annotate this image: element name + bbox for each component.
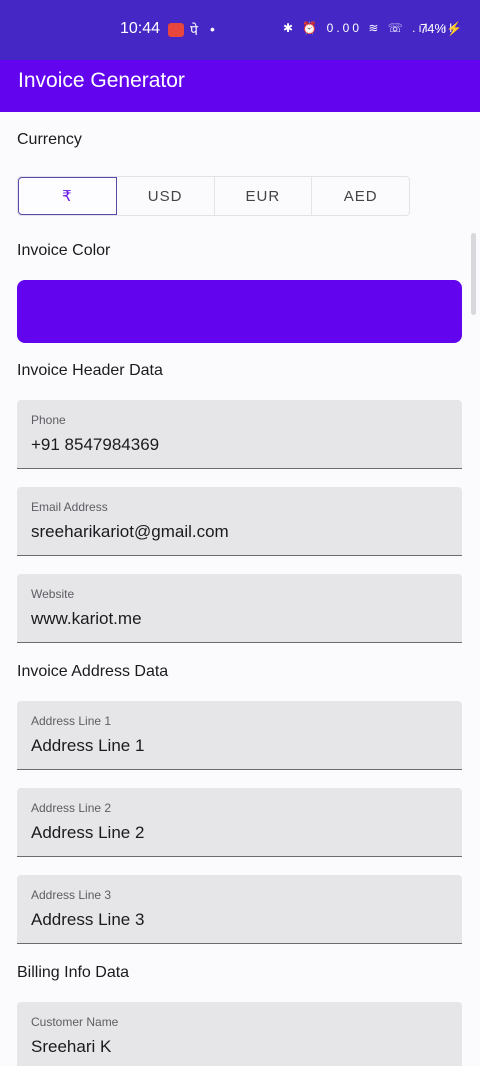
status-time: 10:44 (120, 20, 161, 37)
currency-option-eur[interactable]: EUR (215, 177, 313, 215)
notification-dot-icon: • (210, 21, 215, 37)
address-data-label: Invoice Address Data (17, 663, 169, 680)
phone-field-label: Phone (31, 413, 66, 427)
email-field[interactable]: Email Address sreeharikariot@gmail.com (17, 487, 462, 556)
address-line-1-label: Address Line 1 (31, 714, 112, 728)
phone-field-value: +91 8547984369 (31, 435, 160, 454)
address-line-2-field[interactable]: Address Line 2 Address Line 2 (17, 788, 462, 857)
email-field-label: Email Address (31, 500, 108, 514)
address-line-2-label: Address Line 2 (31, 801, 112, 815)
invoice-color-label: Invoice Color (17, 242, 111, 259)
phone-field[interactable]: Phone +91 8547984369 (17, 400, 462, 469)
invoice-color-picker[interactable] (17, 280, 462, 343)
app-bar: Invoice Generator (0, 60, 480, 112)
customer-name-field[interactable]: Customer Name Sreehari K (17, 1002, 462, 1066)
website-field[interactable]: Website www.kariot.me (17, 574, 462, 643)
currency-selector: ₹ USD EUR AED (17, 176, 410, 216)
currency-option-inr[interactable]: ₹ (18, 177, 117, 215)
app-title: Invoice Generator (18, 69, 185, 92)
website-field-value: www.kariot.me (31, 609, 142, 628)
address-line-1-field[interactable]: Address Line 1 Address Line 1 (17, 701, 462, 770)
header-data-label: Invoice Header Data (17, 362, 163, 379)
address-line-3-value: Address Line 3 (31, 910, 145, 929)
address-line-3-field[interactable]: Address Line 3 Address Line 3 (17, 875, 462, 944)
address-line-3-label: Address Line 3 (31, 888, 112, 902)
battery-icon: 74%⚡ (420, 21, 463, 36)
website-field-label: Website (31, 587, 75, 601)
address-line-1-value: Address Line 1 (31, 736, 145, 755)
billing-data-label: Billing Info Data (17, 964, 130, 981)
email-field-value: sreeharikariot@gmail.com (31, 522, 229, 541)
currency-option-aed[interactable]: AED (312, 177, 409, 215)
screen-record-icon (168, 23, 184, 37)
address-line-2-value: Address Line 2 (31, 823, 145, 842)
status-bar: 10:44 पे • ✱ ⏰ 0.00 ≋ ☏ .ıl .ıl 74%⚡ (0, 0, 480, 60)
customer-name-label: Customer Name (31, 1015, 119, 1029)
scrollbar-thumb[interactable] (471, 233, 476, 315)
customer-name-value: Sreehari K (31, 1037, 112, 1056)
currency-label: Currency (17, 131, 82, 148)
currency-option-usd[interactable]: USD (117, 177, 215, 215)
payment-app-icon: पे (190, 22, 198, 38)
